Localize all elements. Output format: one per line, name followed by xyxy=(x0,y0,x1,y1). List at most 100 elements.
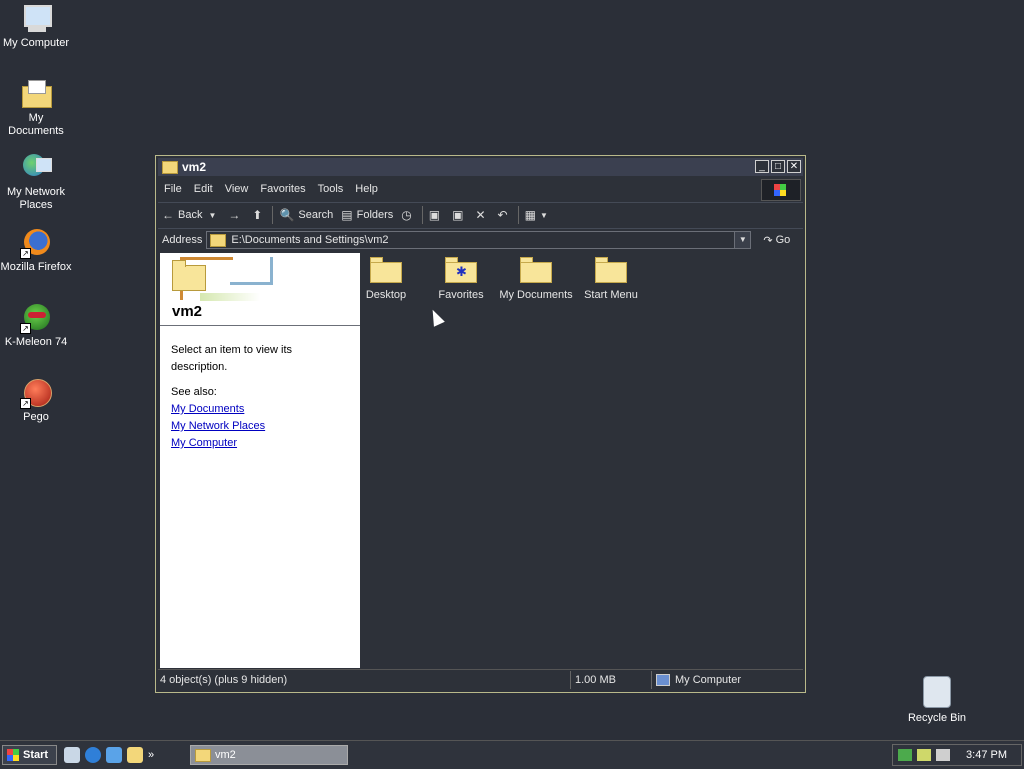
copy-to-icon: ▣ xyxy=(452,208,464,222)
views-button[interactable]: ▦ ▼ xyxy=(521,204,556,226)
chevron-down-icon: ▼ xyxy=(539,210,548,220)
title-bar[interactable]: vm2 _ □ ✕ xyxy=(158,158,803,176)
taskbar-item-label: vm2 xyxy=(215,749,236,761)
folder-icon xyxy=(210,233,227,247)
undo-button[interactable]: ↶ xyxy=(494,204,516,226)
desktop-icon-label: My Documents xyxy=(8,112,64,137)
delete-button[interactable]: ✕ xyxy=(471,204,493,226)
desktop-icon-my-documents[interactable]: My Documents xyxy=(0,78,72,138)
start-button[interactable]: Start xyxy=(2,745,57,765)
folder-icon xyxy=(595,257,627,283)
move-to-button[interactable]: ▣ xyxy=(425,204,448,226)
outlook-express-icon[interactable] xyxy=(106,747,122,763)
taskbar-item-vm2[interactable]: vm2 xyxy=(190,745,348,765)
folders-icon: ▤ xyxy=(341,208,353,222)
search-label: Search xyxy=(298,209,334,221)
firefox-icon: ↗ xyxy=(20,227,52,259)
status-size: 1.00 MB xyxy=(571,671,652,689)
close-button[interactable]: ✕ xyxy=(787,160,801,173)
desktop-icon-label: My Computer xyxy=(2,37,70,49)
copy-to-button[interactable]: ▣ xyxy=(448,204,471,226)
my-computer-icon xyxy=(20,3,52,35)
address-dropdown-button[interactable]: ▼ xyxy=(734,232,751,248)
windows-flag-icon xyxy=(774,184,786,196)
task-pane: vm2 Select an item to view its descripti… xyxy=(160,253,360,668)
desktop-icon-firefox[interactable]: ↗ Mozilla Firefox xyxy=(0,227,72,274)
undo-icon: ↶ xyxy=(497,208,508,222)
forward-arrow-icon: → xyxy=(228,208,241,222)
show-desktop-icon[interactable] xyxy=(64,747,80,763)
link-my-network-places[interactable]: My Network Places xyxy=(171,418,349,435)
my-documents-icon xyxy=(20,78,52,110)
desktop-icon-my-computer[interactable]: My Computer xyxy=(0,3,72,50)
internet-explorer-icon[interactable] xyxy=(85,747,101,763)
go-button[interactable]: ↷ Go xyxy=(763,234,790,247)
desktop-icon-network-places[interactable]: My Network Places xyxy=(0,152,72,212)
go-arrow-icon: ↷ xyxy=(763,234,773,247)
address-input[interactable]: E:\Documents and Settings\vm2 ▼ xyxy=(206,231,752,249)
folders-button[interactable]: ▤ Folders xyxy=(337,204,397,226)
menu-view[interactable]: View xyxy=(219,183,255,195)
link-my-computer[interactable]: My Computer xyxy=(171,435,349,452)
folder-item-desktop[interactable]: Desktop xyxy=(348,257,424,301)
back-button[interactable]: ← Back ▼ xyxy=(158,204,224,226)
link-my-documents[interactable]: My Documents xyxy=(171,401,349,418)
desktop-icon-pego[interactable]: ↗ Pego xyxy=(0,377,72,424)
window-title: vm2 xyxy=(182,160,207,174)
address-label: Address xyxy=(162,234,203,246)
folder-icon xyxy=(162,160,178,174)
search-button[interactable]: 🔍 Search xyxy=(275,204,337,226)
toolbar-separator xyxy=(517,206,519,224)
tray-monitor-icon[interactable] xyxy=(936,749,950,761)
desktop-icon-kmeleon[interactable]: ↗ K-Meleon 74 xyxy=(0,302,72,349)
system-tray: 3:47 PM xyxy=(892,744,1022,766)
shortcut-arrow-icon: ↗ xyxy=(20,398,31,409)
kmeleon-icon: ↗ xyxy=(20,302,52,334)
desktop-icon-label: K-Meleon 74 xyxy=(4,336,68,348)
task-pane-title: vm2 xyxy=(172,303,203,320)
views-icon: ▦ xyxy=(524,208,536,222)
folder-icon xyxy=(370,257,402,283)
folder-icon xyxy=(172,260,206,291)
history-icon: ◷ xyxy=(401,208,412,222)
menu-tools[interactable]: Tools xyxy=(312,183,350,195)
forward-button[interactable]: → xyxy=(224,204,248,226)
clock[interactable]: 3:47 PM xyxy=(966,749,1007,761)
menu-favorites[interactable]: Favorites xyxy=(254,183,311,195)
menu-file[interactable]: File xyxy=(158,183,188,195)
chevron-right-icon[interactable]: » xyxy=(148,749,154,761)
description-text: Select an item to view its description. xyxy=(171,344,293,373)
shortcut-arrow-icon: ↗ xyxy=(20,323,31,334)
up-folder-icon: ⬆ xyxy=(252,208,263,222)
status-object-count: 4 object(s) (plus 9 hidden) xyxy=(158,671,571,689)
quick-launch: » xyxy=(64,745,154,765)
up-button[interactable]: ⬆ xyxy=(248,204,270,226)
toolbar: ← Back ▼ → ⬆ 🔍 Search ▤ Folders ◷ ▣ ▣ ✕ … xyxy=(158,202,803,227)
menu-bar: File Edit View Favorites Tools Help xyxy=(158,178,803,201)
windows-logo xyxy=(761,179,801,201)
status-location: My Computer xyxy=(675,674,742,686)
explorer-icon[interactable] xyxy=(127,747,143,763)
desktop-icon-label: My Network Places xyxy=(6,186,66,211)
folder-item-start-menu[interactable]: Start Menu xyxy=(573,257,649,301)
tray-app-icon[interactable] xyxy=(917,749,931,761)
menu-edit[interactable]: Edit xyxy=(188,183,219,195)
menu-help[interactable]: Help xyxy=(349,183,384,195)
see-also-label: See also: xyxy=(171,386,217,398)
network-places-icon xyxy=(20,152,52,184)
start-label: Start xyxy=(23,749,49,761)
decorative-art xyxy=(230,257,273,285)
maximize-button[interactable]: □ xyxy=(771,160,785,173)
folder-item-favorites[interactable]: ✱ Favorites xyxy=(423,257,499,301)
toolbar-separator xyxy=(272,206,274,224)
go-label: Go xyxy=(775,234,791,246)
address-bar: Address E:\Documents and Settings\vm2 ▼ … xyxy=(158,228,803,251)
tray-network-icon[interactable] xyxy=(898,749,912,761)
windows-flag-icon xyxy=(7,749,19,761)
desktop-icon-recycle-bin[interactable]: Recycle Bin xyxy=(905,676,969,724)
folder-item-my-documents[interactable]: My Documents xyxy=(498,257,574,301)
history-button[interactable]: ◷ xyxy=(397,204,419,226)
folder-label: My Documents xyxy=(499,289,573,301)
delete-icon: ✕ xyxy=(475,208,486,222)
minimize-button[interactable]: _ xyxy=(755,160,769,173)
